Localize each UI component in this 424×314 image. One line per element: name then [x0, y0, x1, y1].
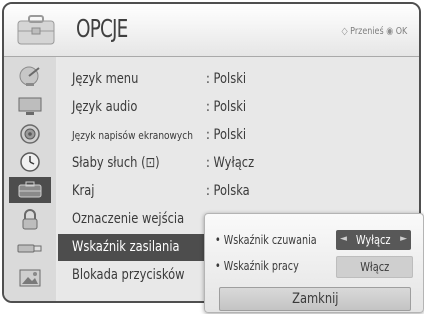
lock-icon — [22, 209, 38, 230]
menu-item-hard-of-hearing[interactable]: Słaby słuch (⊡) : Wyłącz — [58, 150, 419, 177]
suitcase-icon — [17, 15, 55, 45]
standby-light-row[interactable]: • Wskaźnik czuwania ◄ Wyłącz ► — [205, 228, 423, 252]
power-indicator-popup: • Wskaźnik czuwania ◄ Wyłącz ► • Wskaźni… — [204, 213, 424, 313]
standby-light-label: • Wskaźnik czuwania — [215, 233, 317, 247]
move-hint-label: Przenieś — [349, 26, 384, 37]
menu-item-label: Język napisów ekranowych — [72, 129, 193, 142]
menu-item-value: : Polska — [206, 183, 250, 199]
menu-item-value: : Wyłącz — [206, 155, 255, 171]
photo-icon — [19, 269, 41, 287]
suitcase-icon — [18, 181, 42, 198]
menu-item-audio-language[interactable]: Język audio : Polski — [58, 94, 419, 121]
menu-item-label: Oznaczenie wejścia — [72, 211, 185, 227]
menu-item-label: Blokada przycisków — [72, 267, 185, 283]
header: OPCJE ◇ Przenieś ◉ OK — [4, 4, 419, 57]
speaker-icon — [20, 124, 40, 144]
navigation-hints: ◇ Przenieś ◉ OK — [341, 26, 407, 37]
ok-hint-icon: ◉ — [385, 26, 393, 37]
close-button[interactable]: Zamknij — [219, 287, 411, 311]
power-light-value: Włącz — [359, 260, 390, 274]
sidebar-item-usb[interactable] — [9, 235, 51, 261]
menu-item-value: : Polski — [206, 71, 247, 87]
clock-icon — [20, 152, 40, 172]
power-light-label: • Wskaźnik pracy — [215, 259, 299, 273]
menu-item-label: Słaby słuch (⊡) — [72, 155, 160, 171]
menu-item-label: Język audio — [72, 99, 138, 115]
category-sidebar — [4, 57, 56, 301]
move-hint-icon: ◇ — [341, 26, 348, 37]
satellite-dish-icon — [19, 66, 40, 86]
standby-light-selector[interactable]: ◄ Wyłącz ► — [336, 230, 411, 250]
arrow-right-icon[interactable]: ► — [400, 234, 407, 244]
sidebar-item-options[interactable] — [9, 177, 51, 203]
sidebar-item-audio[interactable] — [9, 121, 51, 147]
menu-item-value: : Polski — [206, 127, 247, 143]
menu-item-label: Kraj — [72, 183, 95, 199]
menu-item-menu-language[interactable]: Język menu : Polski — [58, 66, 419, 93]
monitor-icon — [18, 97, 42, 115]
arrow-left-icon[interactable]: ◄ — [340, 234, 347, 244]
close-button-label: Zamknij — [291, 291, 339, 307]
menu-item-value: : Polski — [206, 99, 247, 115]
sidebar-item-lock[interactable] — [9, 207, 51, 233]
power-light-selector[interactable]: Włącz — [336, 256, 413, 278]
sidebar-item-time[interactable] — [9, 149, 51, 175]
sidebar-item-setup[interactable] — [9, 63, 51, 89]
power-light-row[interactable]: • Wskaźnik pracy Włącz — [205, 254, 423, 278]
usb-icon — [17, 244, 42, 253]
page-title: OPCJE — [76, 14, 128, 43]
menu-item-label: Wskaźnik zasilania — [72, 239, 180, 255]
sidebar-item-photo[interactable] — [9, 265, 51, 291]
standby-light-value: Wyłącz — [356, 233, 391, 247]
menu-item-country[interactable]: Kraj : Polska — [58, 178, 419, 205]
menu-item-subtitle-language[interactable]: Język napisów ekranowych : Polski — [58, 122, 419, 149]
menu-item-label: Język menu — [72, 71, 139, 87]
ok-hint-label: OK — [395, 26, 407, 37]
sidebar-item-picture[interactable] — [9, 93, 51, 119]
